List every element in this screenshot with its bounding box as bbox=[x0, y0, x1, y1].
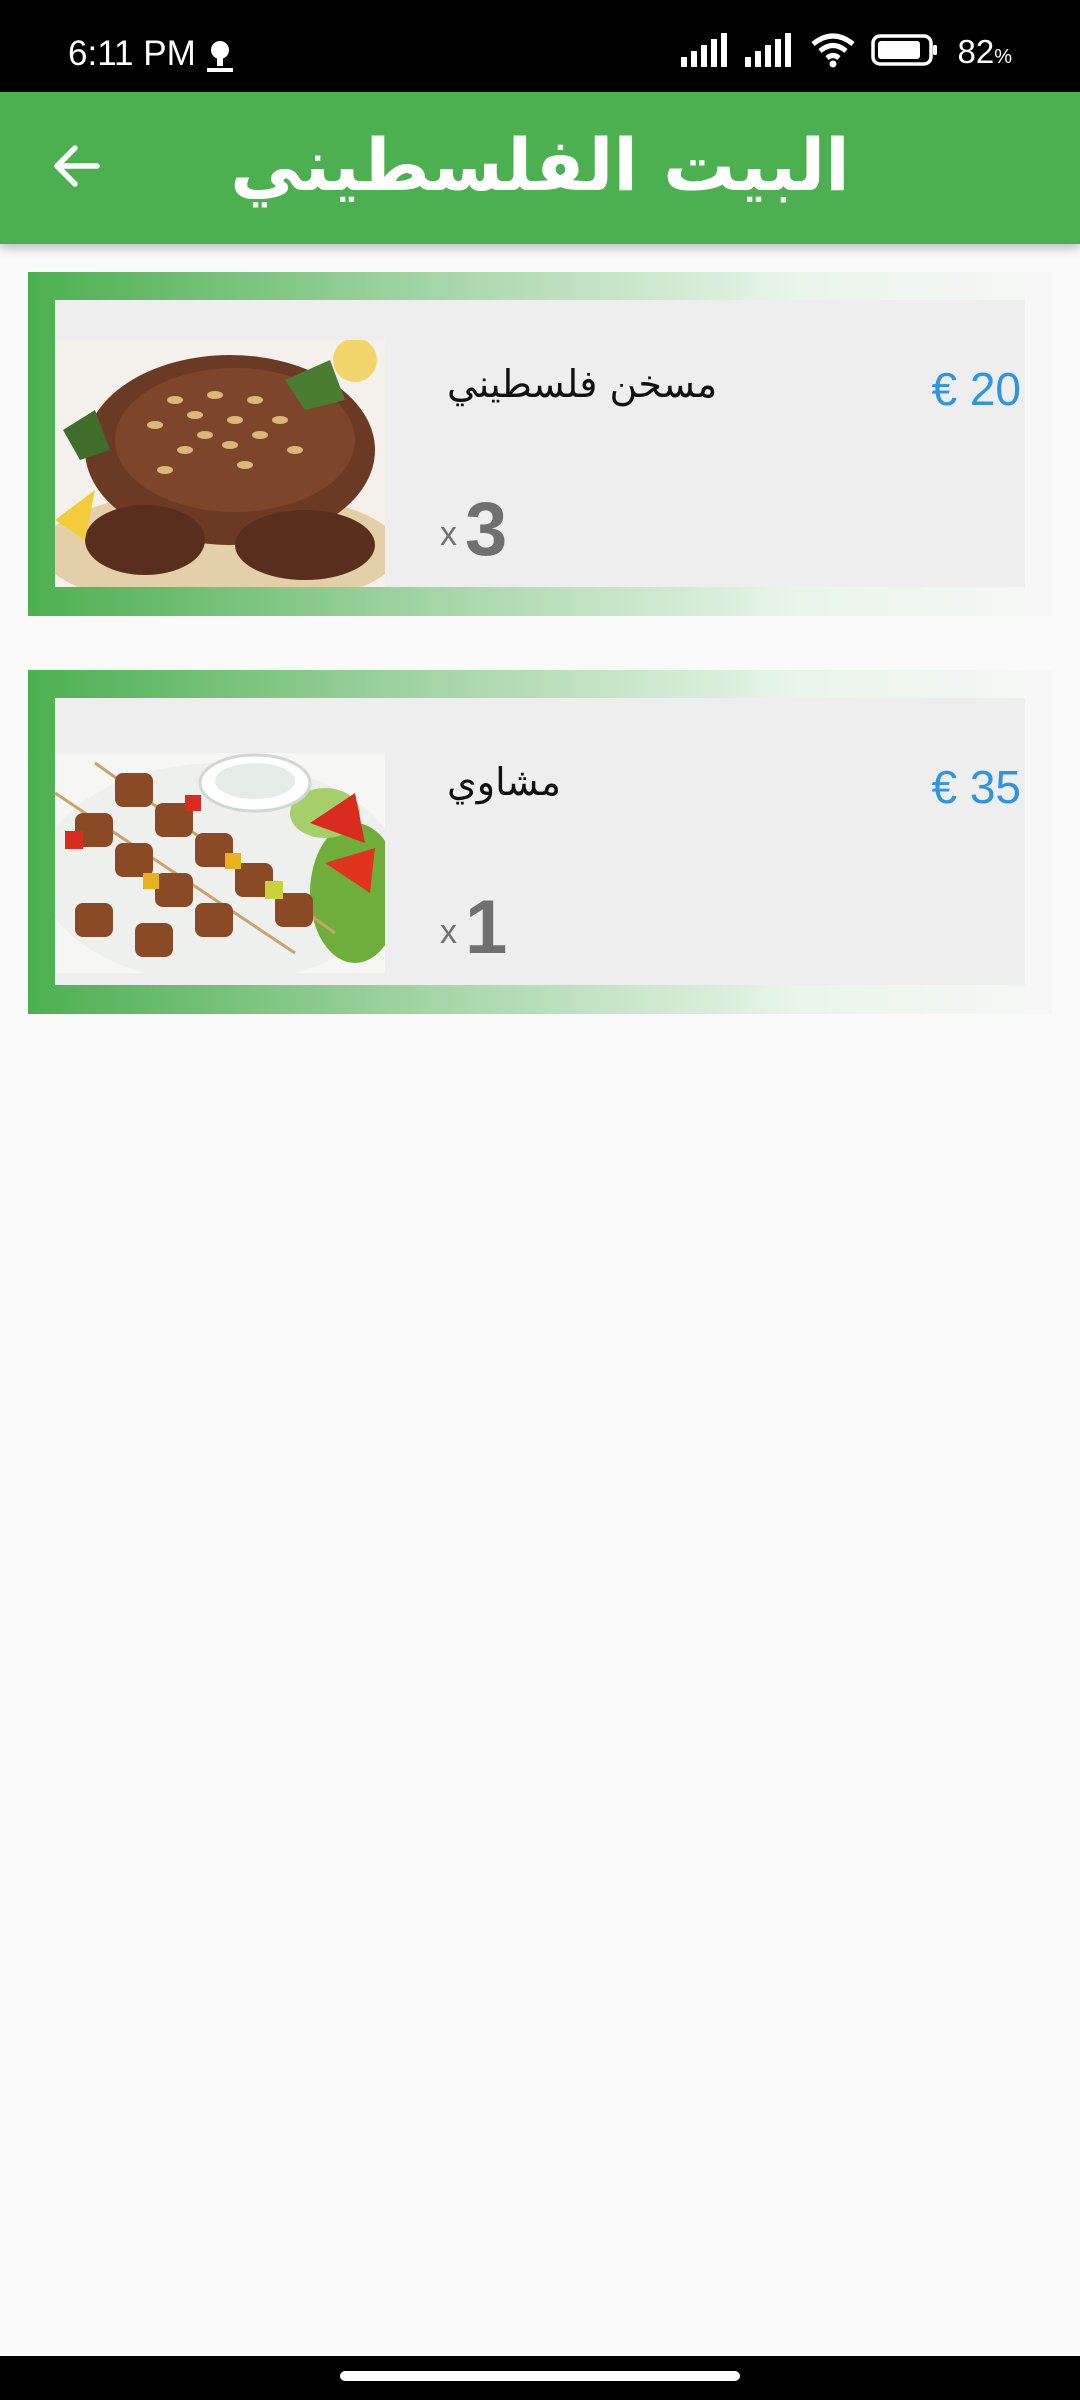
order-item-content: مشاوي € 35 x 1 bbox=[55, 698, 1025, 985]
order-item[interactable]: مسخن فلسطيني € 20 x 3 bbox=[28, 272, 1052, 616]
status-bar: 6:11 PM 82% bbox=[0, 0, 1080, 92]
item-quantity: x 3 bbox=[440, 490, 507, 570]
grilled-skewers-food-image bbox=[55, 753, 385, 973]
item-name: مسخن فلسطيني bbox=[447, 362, 718, 406]
battery-percent-unit: % bbox=[994, 46, 1012, 68]
home-indicator[interactable] bbox=[340, 2371, 740, 2381]
quantity-prefix: x bbox=[440, 913, 457, 951]
battery-icon bbox=[871, 33, 939, 71]
wifi-icon bbox=[809, 32, 857, 72]
status-icons: 82% bbox=[681, 30, 1012, 74]
item-price: € 35 bbox=[931, 761, 1021, 813]
item-price: € 20 bbox=[931, 363, 1021, 415]
musakhan-food-image bbox=[55, 340, 385, 587]
order-item-content: مسخن فلسطيني € 20 x 3 bbox=[55, 300, 1025, 587]
quantity-prefix: x bbox=[440, 515, 457, 553]
item-name: مشاوي bbox=[447, 760, 561, 804]
arrow-left-icon bbox=[51, 144, 101, 192]
signal-icon bbox=[745, 33, 795, 71]
back-button[interactable] bbox=[44, 136, 108, 200]
quantity-value: 3 bbox=[465, 487, 508, 572]
app-bar: البيت الفلسطيني bbox=[0, 92, 1080, 244]
notification-icon bbox=[205, 38, 235, 76]
signal-icon bbox=[681, 33, 731, 71]
battery-percent: 82% bbox=[957, 33, 1012, 71]
item-quantity: x 1 bbox=[440, 888, 507, 968]
battery-percent-value: 82 bbox=[957, 33, 995, 70]
status-time: 6:11 PM bbox=[68, 34, 196, 73]
page-title: البيت الفلسطيني bbox=[230, 123, 850, 207]
order-list: مسخن فلسطيني € 20 x 3 مشاوي € 35 x 1 bbox=[28, 272, 1052, 1068]
order-item[interactable]: مشاوي € 35 x 1 bbox=[28, 670, 1052, 1014]
quantity-value: 1 bbox=[465, 885, 508, 970]
system-nav-bar bbox=[0, 2356, 1080, 2400]
